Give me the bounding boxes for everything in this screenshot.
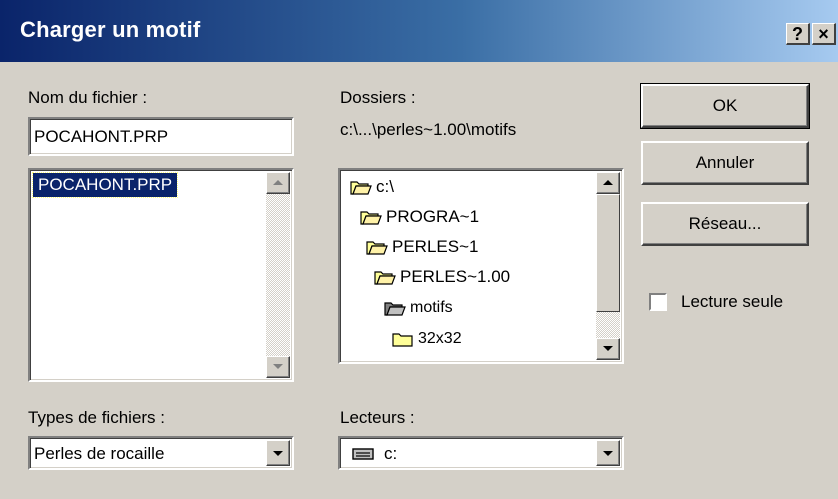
scroll-up-button[interactable] <box>266 172 290 194</box>
window-title: Charger un motif <box>20 17 201 42</box>
open-folder-icon <box>384 302 406 316</box>
folders-label: Dossiers : <box>340 88 416 107</box>
file-name-value: POCAHONT.PRP <box>34 127 169 146</box>
folder-label: PROGRA~1 <box>386 207 480 226</box>
folder-label: c:\ <box>376 177 394 196</box>
current-path: c:\...\perles~1.00\motifs <box>340 120 517 139</box>
folder-item-motifs[interactable]: motifs <box>384 299 453 317</box>
drives-value: c: <box>384 444 398 463</box>
file-list[interactable]: POCAHONT.PRP <box>28 168 294 382</box>
arrow-down-icon <box>273 364 283 369</box>
title-bar: Charger un motif ? × <box>0 0 838 62</box>
folder-item-root[interactable]: c:\ <box>350 177 394 197</box>
drives-dropdown-button[interactable] <box>596 440 620 466</box>
help-button[interactable]: ? <box>786 23 810 45</box>
scroll-down-button[interactable] <box>596 338 620 360</box>
read-only-checkbox[interactable] <box>649 293 667 311</box>
open-folder-icon <box>374 271 396 285</box>
file-types-dropdown-button[interactable] <box>266 440 290 466</box>
drives-select[interactable]: c: <box>338 436 624 470</box>
file-types-label: Types de fichiers : <box>28 408 166 427</box>
read-only-label: Lecture seule <box>681 292 784 311</box>
open-folder-icon <box>366 241 388 255</box>
open-folder-icon <box>360 211 382 225</box>
file-types-value: Perles de rocaille <box>34 444 165 463</box>
arrow-up-icon <box>603 180 613 185</box>
ok-button[interactable]: OK <box>640 83 810 129</box>
file-list-item[interactable]: POCAHONT.PRP <box>31 172 179 198</box>
folder-tree[interactable]: c:\ PROGRA~1 PERLES~1 PERLES~1.00 motifs… <box>338 168 624 364</box>
folder-item-progra[interactable]: PROGRA~1 <box>360 207 479 227</box>
scroll-up-button[interactable] <box>596 172 620 194</box>
file-name-label: Nom du fichier : <box>28 88 148 107</box>
arrow-down-icon <box>603 346 613 351</box>
folder-label: 32x32 <box>418 330 462 347</box>
folder-item-perles100[interactable]: PERLES~1.00 <box>374 267 510 287</box>
drive-icon <box>352 448 374 460</box>
file-types-select[interactable]: Perles de rocaille <box>28 436 294 470</box>
file-list-scrollbar[interactable] <box>266 172 290 378</box>
open-folder-icon <box>350 181 372 195</box>
folder-item-32x32[interactable]: 32x32 <box>392 330 462 348</box>
chevron-down-icon <box>603 451 613 456</box>
scroll-down-button[interactable] <box>266 356 290 378</box>
network-button[interactable]: Réseau... <box>641 202 809 246</box>
file-name-input[interactable]: POCAHONT.PRP <box>28 117 294 156</box>
chevron-down-icon <box>273 451 283 456</box>
scroll-thumb[interactable] <box>596 194 620 312</box>
folder-tree-scrollbar[interactable] <box>596 172 620 360</box>
closed-folder-icon <box>392 333 413 347</box>
folder-label: motifs <box>410 299 453 316</box>
cancel-button[interactable]: Annuler <box>641 141 809 185</box>
folder-label: PERLES~1 <box>392 237 479 256</box>
drives-label: Lecteurs : <box>340 408 415 427</box>
folder-item-perles1[interactable]: PERLES~1 <box>366 237 478 257</box>
folder-label: PERLES~1.00 <box>400 267 511 286</box>
arrow-up-icon <box>273 180 283 185</box>
close-button[interactable]: × <box>812 23 836 45</box>
